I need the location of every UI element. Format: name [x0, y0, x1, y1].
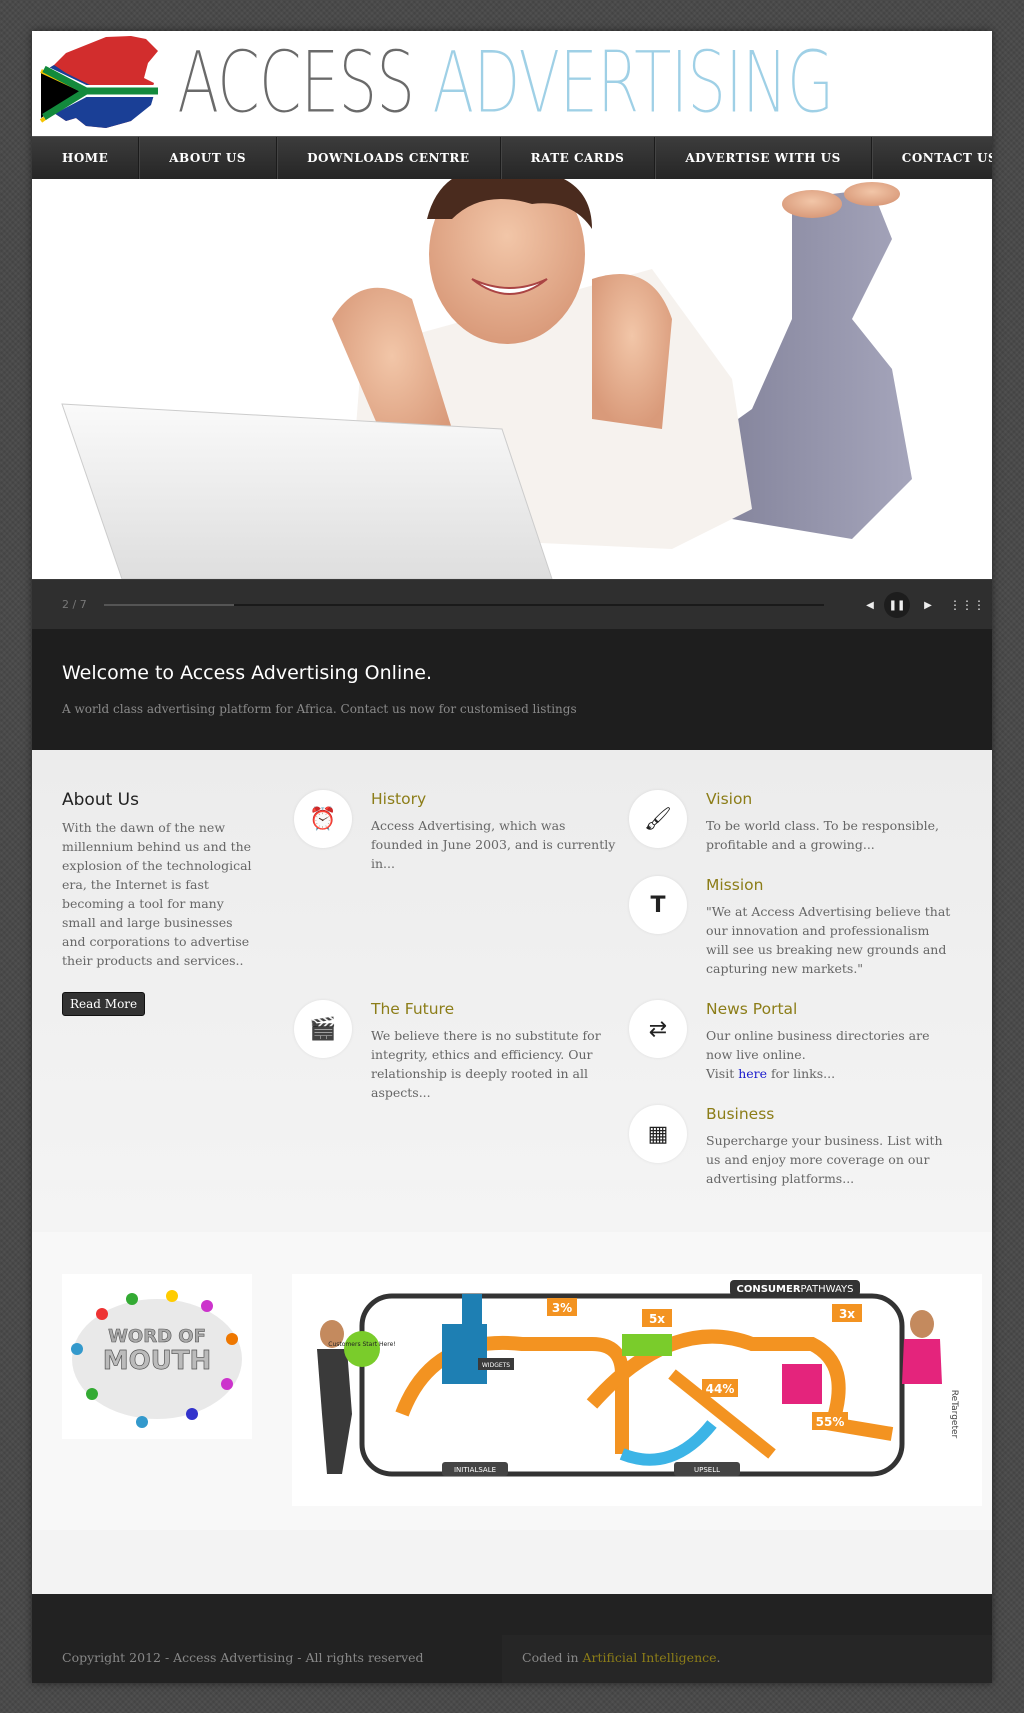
- welcome-subtitle: A world class advertising platform for A…: [62, 702, 577, 716]
- consumer-pathways-infographic[interactable]: CONSUMERPATHWAYS Customers Start Here! 3…: [292, 1274, 982, 1506]
- nav-contact-us[interactable]: CONTACT US: [872, 137, 992, 179]
- hero-slide-image: [32, 179, 992, 579]
- feature-future-title[interactable]: The Future: [371, 1000, 454, 1018]
- artificial-intelligence-link[interactable]: Artificial Intelligence: [583, 1650, 717, 1665]
- info-pct-55: 55%: [816, 1415, 845, 1429]
- site-header: ACCESS ADVERTISING: [32, 31, 992, 136]
- news-text-visit: Visit: [706, 1066, 739, 1081]
- info-title: CONSUMERPATHWAYS: [737, 1284, 854, 1295]
- features-section: About Us With the dawn of the new millen…: [32, 750, 992, 1232]
- feature-history-title[interactable]: History: [371, 790, 426, 808]
- south-africa-flag-logo[interactable]: [36, 33, 166, 133]
- info-start: Customers Start Here!: [328, 1341, 395, 1348]
- wom-text-line2: MOUTH: [103, 1346, 212, 1376]
- logo-word-access: ACCESS: [177, 33, 416, 133]
- news-text-line1: Our online business directories are now …: [706, 1028, 930, 1062]
- info-pct-44: 44%: [706, 1382, 735, 1396]
- images-section: WORD OF MOUTH CONSUMERPATHWAYS Customers…: [32, 1232, 992, 1530]
- news-text-tail: for links...: [767, 1066, 836, 1081]
- site-logo-text[interactable]: ACCESS ADVERTISING: [177, 33, 835, 133]
- feature-mission-title[interactable]: Mission: [706, 876, 763, 894]
- feature-history-text: Access Advertising, which was founded in…: [371, 818, 616, 871]
- footer-copyright: Copyright 2012 - Access Advertising - Al…: [62, 1650, 424, 1665]
- feature-future-text: We believe there is no substitute for in…: [371, 1028, 601, 1100]
- feature-news-title[interactable]: News Portal: [706, 1000, 797, 1018]
- wom-text-line1: WORD OF: [108, 1326, 206, 1347]
- slide-progress-track: [104, 604, 824, 606]
- coded-in-text: Coded in: [522, 1650, 583, 1665]
- slide-counter: 2 / 7: [62, 598, 87, 611]
- coded-in-period: .: [716, 1650, 721, 1665]
- next-arrow-icon[interactable]: ▶: [918, 595, 938, 615]
- pause-icon[interactable]: ❚❚: [884, 592, 910, 618]
- woman-with-laptop-photo: [32, 179, 992, 579]
- news-here-link[interactable]: here: [738, 1066, 767, 1081]
- nav-rate-cards[interactable]: RATE CARDS: [501, 137, 656, 179]
- prev-arrow-icon[interactable]: ◀: [860, 595, 880, 615]
- about-us-text: With the dawn of the new millennium behi…: [62, 820, 252, 968]
- info-pct-5x: 5x: [649, 1312, 665, 1326]
- feature-news-text: Our online business directories are now …: [706, 1026, 951, 1083]
- footer-coded-in: Coded in Artificial Intelligence.: [522, 1650, 721, 1665]
- info-pct-3x: 3x: [839, 1307, 855, 1321]
- info-initialsale: INITIALSALE: [454, 1466, 496, 1474]
- nav-home[interactable]: HOME: [32, 137, 140, 179]
- site-footer: Copyright 2012 - Access Advertising - Al…: [32, 1594, 992, 1683]
- logo-word-advertising: ADVERTISING: [432, 33, 835, 133]
- grid-icon[interactable]: ⋮⋮⋮: [949, 595, 985, 615]
- read-more-button[interactable]: Read More: [62, 992, 146, 1016]
- feature-business-title[interactable]: Business: [706, 1105, 774, 1123]
- brush-icon: 🖌: [629, 790, 687, 848]
- feature-vision-text: To be world class. To be responsible, pr…: [706, 818, 940, 852]
- feature-vision-title[interactable]: Vision: [706, 790, 752, 808]
- nav-advertise-with-us[interactable]: ADVERTISE WITH US: [655, 137, 872, 179]
- info-upsell: UPSELL: [694, 1466, 720, 1474]
- info-brand: ReTargeter: [949, 1390, 959, 1439]
- about-us-title: About Us: [62, 790, 139, 810]
- page-wrapper: ACCESS ADVERTISING HOME ABOUT US DOWNLOA…: [32, 31, 992, 1683]
- clapperboard-icon: 🎬: [294, 1000, 352, 1058]
- info-pct-3: 3%: [552, 1301, 572, 1315]
- nav-downloads-centre[interactable]: DOWNLOADS CENTRE: [277, 137, 501, 179]
- slider-controls: 2 / 7 ◀ ❚❚ ▶ ⋮⋮⋮: [32, 579, 992, 629]
- feature-mission-text: "We at Access Advertising believe that o…: [706, 904, 951, 976]
- alarm-clock-icon: ⏰: [294, 790, 352, 848]
- shuffle-icon: ⇄: [629, 1000, 687, 1058]
- feature-business-text: Supercharge your business. List with us …: [706, 1133, 943, 1186]
- welcome-banner: Welcome to Access Advertising Online. A …: [32, 629, 992, 750]
- main-nav: HOME ABOUT US DOWNLOADS CENTRE RATE CARD…: [32, 136, 992, 179]
- slide-progress-fill: [104, 604, 234, 606]
- spacer: [32, 1530, 992, 1594]
- about-us-block: About Us With the dawn of the new millen…: [62, 790, 257, 1016]
- layout-icon: ▦: [629, 1105, 687, 1163]
- nav-about-us[interactable]: ABOUT US: [139, 137, 278, 179]
- info-widgets: WIDGETS: [482, 1362, 510, 1369]
- text-t-icon: T: [629, 876, 687, 934]
- welcome-title: Welcome to Access Advertising Online.: [62, 662, 432, 684]
- word-of-mouth-image[interactable]: WORD OF MOUTH: [62, 1274, 252, 1439]
